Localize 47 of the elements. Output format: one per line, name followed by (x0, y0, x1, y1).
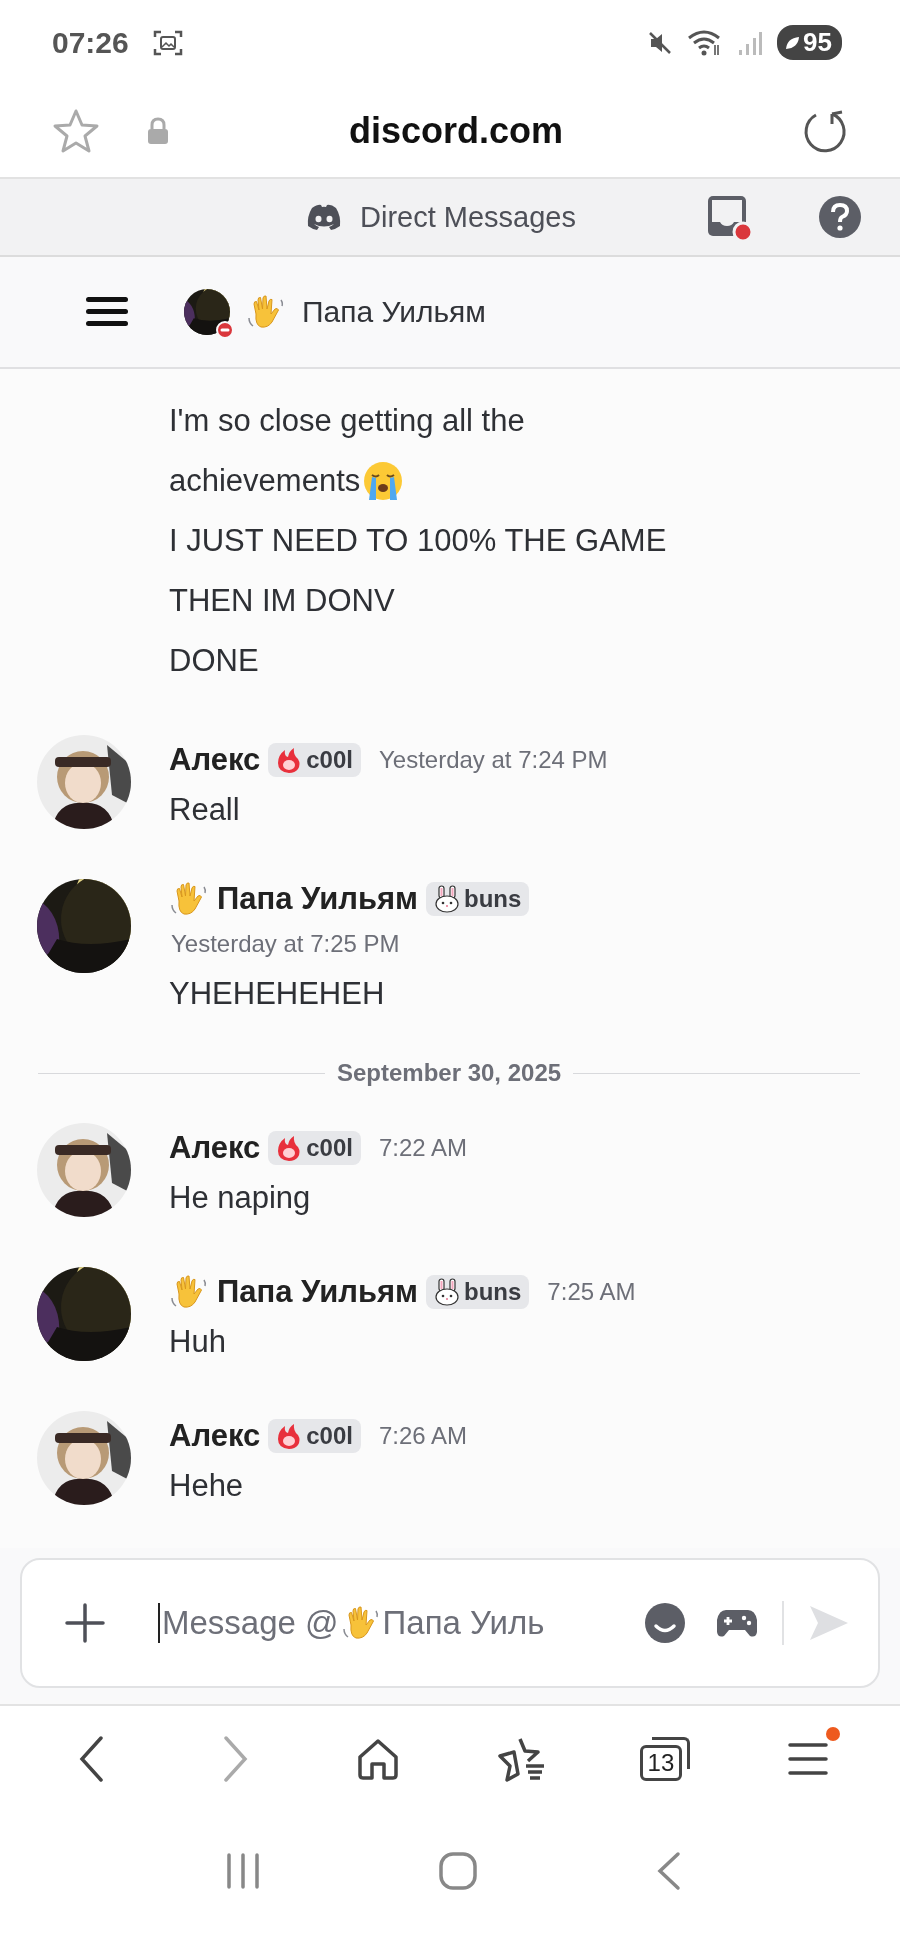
author-name[interactable]: Папа Уильям (217, 1274, 419, 1310)
timestamp: 7:25 AM (546, 1277, 636, 1307)
menu-icon[interactable] (86, 296, 128, 328)
help-icon[interactable] (818, 195, 862, 239)
plus-icon[interactable] (64, 1602, 106, 1644)
avatar[interactable] (184, 289, 230, 335)
page-title: Direct Messages (360, 200, 576, 234)
discord-logo-icon (306, 203, 342, 231)
home-icon[interactable] (356, 1737, 401, 1781)
tag-label: c00l (306, 1422, 353, 1450)
message-text: He naping (169, 1180, 311, 1216)
timestamp: Yesterday at 7:25 PM (170, 929, 400, 959)
message-text: YHEHEHEHEH (169, 976, 385, 1012)
clock: 07:26 (52, 25, 129, 60)
screenshot-icon (152, 28, 183, 57)
channel-name: Папа Уильям (302, 295, 486, 329)
message-text: Reall (169, 792, 240, 828)
star-icon[interactable] (52, 108, 100, 154)
emoji-icon[interactable] (644, 1602, 686, 1644)
url-text[interactable]: discord.com (216, 110, 696, 152)
message-text: achievements (169, 463, 361, 499)
message-text: I JUST NEED TO 100% THE GAME (169, 523, 667, 559)
message-text: Hehe (169, 1468, 244, 1504)
timestamp: Yesterday at 7:24 PM (378, 745, 608, 775)
author-name[interactable]: Алекс (169, 1418, 261, 1454)
signal-icon (737, 29, 764, 56)
author-name[interactable]: Алекс (169, 742, 261, 778)
timestamp: 7:22 AM (378, 1133, 468, 1163)
lock-icon (146, 117, 170, 145)
placeholder-text: Папа Уиль (382, 1604, 545, 1642)
message-text: Huh (169, 1324, 226, 1360)
timestamp: 7:26 AM (378, 1421, 468, 1451)
date-divider: September 30, 2025 (336, 1059, 562, 1087)
menu-icon[interactable] (788, 1741, 829, 1777)
tag-label: c00l (306, 1134, 353, 1162)
tag-label: buns (464, 885, 522, 913)
reload-icon[interactable] (802, 108, 848, 154)
message-text: THEN IM DONV (169, 583, 395, 619)
placeholder-text: Message @ (162, 1604, 339, 1642)
tag-label: buns (464, 1278, 522, 1306)
tag-label: c00l (306, 746, 353, 774)
home-button-icon[interactable] (438, 1851, 479, 1891)
author-name[interactable]: Алекс (169, 1130, 261, 1166)
message-text: I'm so close getting all the (169, 403, 525, 439)
message-text: DONE (169, 643, 259, 679)
battery-indicator: 95 (777, 25, 842, 60)
author-name[interactable]: Папа Уильям (217, 881, 419, 917)
